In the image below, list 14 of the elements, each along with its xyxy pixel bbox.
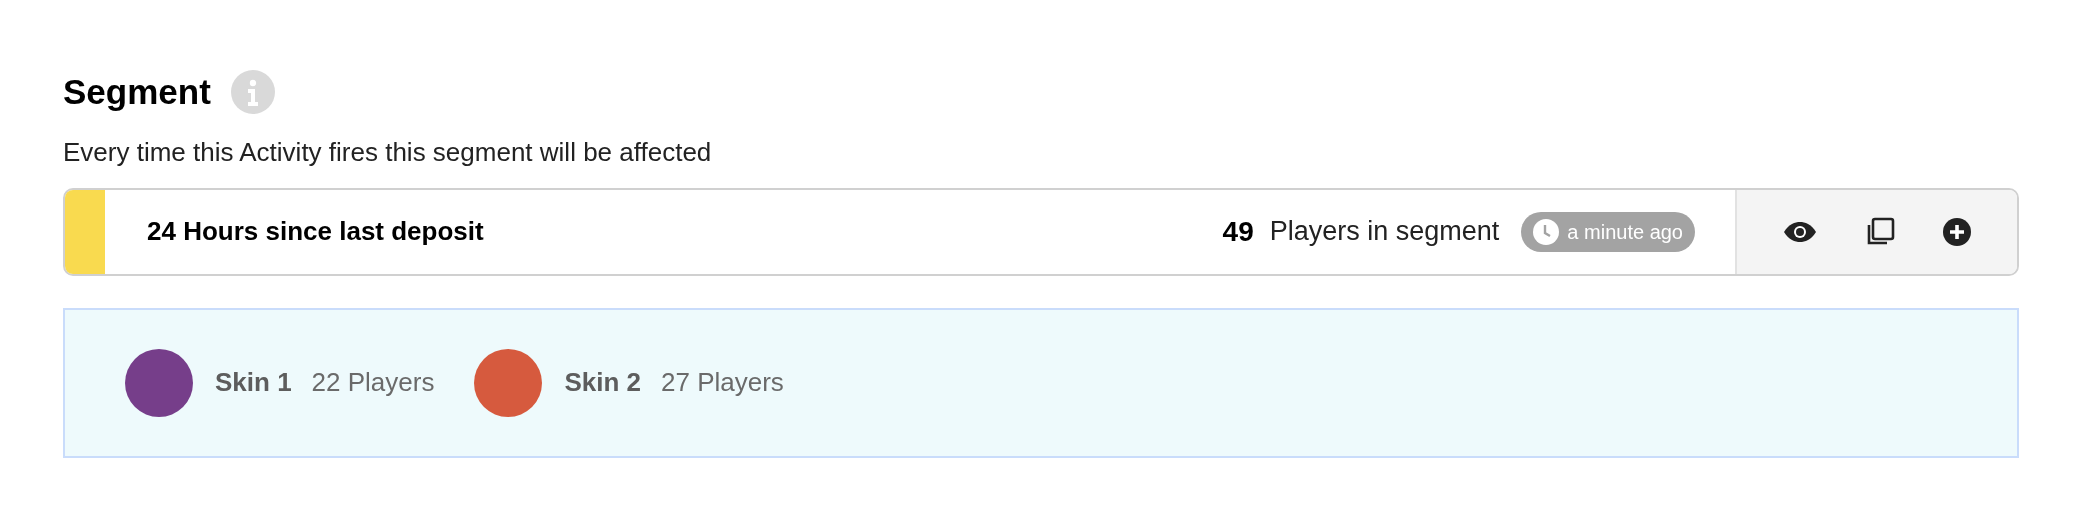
skin-name: Skin 1 [215,366,292,399]
plus-circle-icon [1943,217,1971,246]
skin-name: Skin 2 [564,366,642,399]
copy-icon [1865,216,1895,247]
section-description: Every time this Activity fires this segment will be affected [63,135,713,169]
updated-badge: a minute ago [1521,211,1695,252]
eye-icon [1783,220,1817,243]
skin-player-count: 27 Players [661,366,784,399]
skin-player-count: 22 Players [311,366,435,399]
clock-icon [1533,218,1560,245]
player-count-label: Players in segment [1269,215,1500,249]
player-count: 49 [1222,214,1254,249]
segment-name: 24 Hours since last deposit [147,215,484,248]
section-title: Segment [63,71,211,113]
